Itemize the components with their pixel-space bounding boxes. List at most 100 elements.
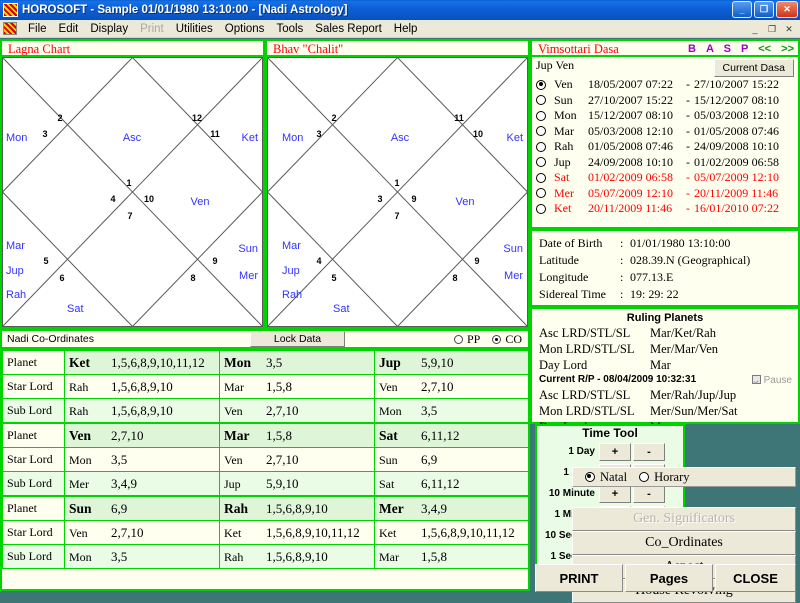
close-button[interactable]: ✕ — [776, 1, 798, 18]
table-cell[interactable]: Ven 2,7,10 — [64, 422, 220, 448]
table-cell[interactable]: Ket 1,5,6,8,9,10,11,12 — [219, 520, 375, 545]
table-cell[interactable]: Mon 3,5 — [374, 398, 529, 424]
table-cell[interactable]: Ven 2,7,10 — [374, 374, 529, 399]
table-cell[interactable]: Mer 3,4,9 — [64, 471, 220, 497]
table-cell[interactable]: Rah 1,5,6,8,9,10 — [219, 495, 375, 521]
dasa-row[interactable]: Jup 24/09/2008 10:10 - 01/02/2009 06:58 — [536, 155, 794, 171]
table-cell[interactable]: Sun 6,9 — [374, 447, 529, 472]
dasa-radio[interactable] — [536, 188, 546, 199]
table-cell[interactable]: Ket 1,5,6,8,9,10,11,12 — [64, 349, 220, 375]
lock-data-button[interactable]: Lock Data — [250, 331, 345, 347]
table-row[interactable]: Sub Lord Mon 3,5 Rah 1,5,6,8,9,10 Mar 1,5,8 — [2, 544, 529, 569]
minimize-button[interactable]: _ — [732, 1, 752, 18]
menu-item-file[interactable]: File — [22, 22, 53, 36]
table-cell[interactable]: Mon 3,5 — [64, 447, 220, 472]
cell-values: 6,11,12 — [421, 475, 460, 491]
dasa-row[interactable]: Sat 01/02/2009 06:58 - 05/07/2009 12:10 — [536, 170, 794, 186]
dasa-radio[interactable] — [536, 126, 546, 137]
dasa-row[interactable]: Ket 20/11/2009 11:46 - 16/01/2010 07:22 — [536, 201, 794, 217]
mdi-icon[interactable] — [3, 22, 17, 35]
table-cell[interactable]: Mon 3,5 — [219, 349, 375, 375]
dasa-separator: - — [686, 185, 690, 200]
dasa-separator: - — [686, 92, 690, 107]
menu-item-utilities[interactable]: Utilities — [170, 22, 219, 36]
menu-item-options[interactable]: Options — [219, 22, 271, 36]
dasa-prev-button[interactable]: << — [758, 43, 771, 55]
pause-checkbox[interactable]: Pause — [751, 374, 792, 388]
svg-text:11: 11 — [454, 113, 464, 123]
time-increase-button[interactable]: + — [599, 442, 631, 461]
table-cell[interactable]: Ven 2,7,10 — [219, 398, 375, 424]
table-cell[interactable]: Mer 3,4,9 — [374, 495, 529, 521]
table-cell[interactable]: Mar 1,5,8 — [219, 422, 375, 448]
table-row[interactable]: Sub Lord Mer 3,4,9 Jup 5,9,10 Sat 6,11,12 — [2, 471, 529, 497]
dasa-to: 27/10/2007 15:22 — [694, 77, 780, 92]
co-ordinates-button[interactable]: Co_Ordinates — [572, 531, 796, 555]
dasa-row[interactable]: Mar 05/03/2008 12:10 - 01/05/2008 07:46 — [536, 124, 794, 140]
table-row[interactable]: Planet Sun 6,9 Rah 1,5,6,8,9,10 Mer 3,4,9 — [2, 495, 529, 521]
lagna-chart-diagram[interactable]: 2 3 12 11 1 4 10 7 5 6 8 9 Asc Mon Ket V… — [2, 57, 263, 327]
table-row[interactable]: Star Lord Ven 2,7,10 Ket 1,5,6,8,9,10,11,1… — [2, 520, 529, 545]
bhav-chart-diagram[interactable]: 2 3 11 10 1 3 9 7 4 5 8 9 Asc Mon Ket Ve… — [267, 57, 528, 327]
table-cell[interactable]: Sat 6,11,12 — [374, 422, 529, 448]
table-row[interactable]: Star Lord Rah 1,5,6,8,9,10 Mar 1,5,8 Ven 2,… — [2, 374, 529, 399]
table-row[interactable]: Planet Ven 2,7,10 Mar 1,5,8 Sat 6,11,12 — [2, 422, 529, 448]
dasa-button-s[interactable]: S — [724, 43, 731, 55]
menu-item-display[interactable]: Display — [84, 22, 134, 36]
cell-planet: Ven — [69, 525, 88, 540]
dasa-radio[interactable] — [536, 157, 546, 168]
table-cell[interactable]: Mar 1,5,8 — [219, 374, 375, 399]
menu-item-tools[interactable]: Tools — [270, 22, 309, 36]
menu-item-help[interactable]: Help — [388, 22, 424, 36]
table-cell[interactable]: Ven 2,7,10 — [219, 447, 375, 472]
pages-button[interactable]: Pages — [625, 564, 713, 592]
table-cell[interactable]: Ven 2,7,10 — [64, 520, 220, 545]
print-button[interactable]: PRINT — [535, 564, 623, 592]
table-cell[interactable]: Sat 6,11,12 — [374, 471, 529, 497]
close-button-main[interactable]: CLOSE — [715, 564, 796, 592]
mdi-minimize-button[interactable]: _ — [747, 22, 763, 36]
dasa-button-b[interactable]: B — [688, 43, 696, 55]
time-increase-button[interactable]: + — [599, 484, 631, 503]
dasa-row[interactable]: Sun 27/10/2007 15:22 - 15/12/2007 08:10 — [536, 93, 794, 109]
dasa-radio[interactable] — [536, 203, 546, 214]
table-cell[interactable]: Mon 3,5 — [64, 544, 220, 569]
time-decrease-button[interactable]: - — [633, 442, 665, 461]
table-row[interactable]: Sub Lord Rah 1,5,6,8,9,10 Ven 2,7,10 Mon 3,… — [2, 398, 529, 424]
dasa-radio[interactable] — [536, 95, 546, 106]
current-dasa-button[interactable]: Current Dasa — [713, 59, 794, 77]
dasa-button-a[interactable]: A — [706, 43, 714, 55]
table-cell[interactable]: Jup 5,9,10 — [374, 349, 529, 375]
menu-item-sales-report[interactable]: Sales Report — [309, 22, 387, 36]
dasa-next-button[interactable]: >> — [781, 43, 794, 55]
table-cell[interactable]: Rah 1,5,6,8,9,10 — [64, 398, 220, 424]
table-cell[interactable]: Rah 1,5,6,8,9,10 — [64, 374, 220, 399]
table-cell[interactable]: Sun 6,9 — [64, 495, 220, 521]
radio-natal[interactable]: Natal — [585, 470, 627, 485]
time-decrease-button[interactable]: - — [633, 484, 665, 503]
table-row[interactable]: Star Lord Mon 3,5 Ven 2,7,10 Sun 6,9 — [2, 447, 529, 472]
menu-item-edit[interactable]: Edit — [53, 22, 85, 36]
radio-pp[interactable]: PP — [453, 332, 480, 347]
dasa-radio[interactable] — [536, 79, 546, 90]
mdi-restore-button[interactable]: ❐ — [764, 22, 780, 36]
dasa-row[interactable]: Rah 01/05/2008 07:46 - 24/09/2008 10:10 — [536, 139, 794, 155]
row-label: Planet — [2, 349, 65, 375]
dasa-radio[interactable] — [536, 172, 546, 183]
table-cell[interactable]: Rah 1,5,6,8,9,10 — [219, 544, 375, 569]
dasa-row[interactable]: Mer 05/07/2009 12:10 - 20/11/2009 11:46 — [536, 186, 794, 202]
table-cell[interactable]: Mar 1,5,8 — [374, 544, 529, 569]
dasa-radio[interactable] — [536, 110, 546, 121]
mdi-close-button[interactable]: ✕ — [781, 22, 797, 36]
maximize-button[interactable]: ❐ — [754, 1, 774, 18]
cell-planet: Ven — [224, 452, 243, 467]
dasa-button-p[interactable]: P — [741, 43, 748, 55]
radio-horary[interactable]: Horary — [639, 470, 689, 485]
dasa-radio[interactable] — [536, 141, 546, 152]
table-cell[interactable]: Ket 1,5,6,8,9,10,11,12 — [374, 520, 529, 545]
dasa-row[interactable]: Ven 18/05/2007 07:22 - 27/10/2007 15:22 — [536, 77, 794, 93]
table-row[interactable]: Planet Ket 1,5,6,8,9,10,11,12 Mon 3,5 Jup 5… — [2, 349, 529, 375]
dasa-row[interactable]: Mon 15/12/2007 08:10 - 05/03/2008 12:10 — [536, 108, 794, 124]
radio-co[interactable]: CO — [492, 332, 522, 347]
table-cell[interactable]: Jup 5,9,10 — [219, 471, 375, 497]
